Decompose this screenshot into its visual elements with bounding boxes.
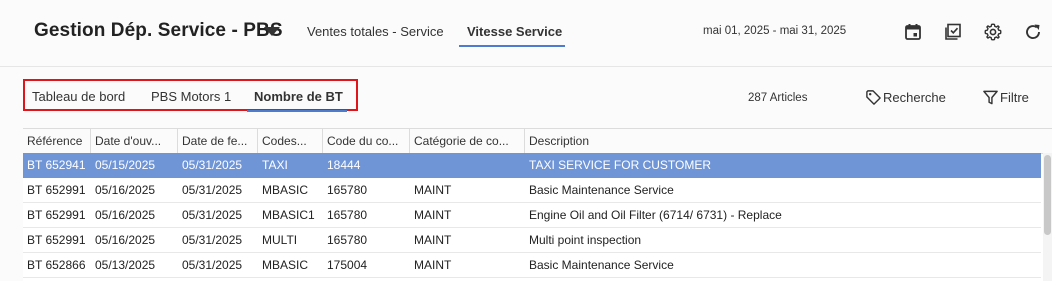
cell-reference: BT 652941 [27, 158, 86, 172]
cell-categorie: MAINT [414, 258, 452, 272]
data-table: Référence Date d'ouv... Date de fe... Co… [23, 128, 1052, 281]
header-bar: Gestion Dép. Service - PBS Ventes totale… [0, 0, 1052, 67]
column-header-date-fermeture[interactable]: Date de fe... [178, 129, 258, 153]
filter-label: Filtre [1000, 89, 1029, 105]
cell-codes: MBASIC1 [262, 208, 315, 222]
app-window: Gestion Dép. Service - PBS Ventes totale… [0, 0, 1052, 281]
cell-codes: TAXI [262, 158, 288, 172]
cell-date-fermeture: 05/31/2025 [182, 158, 243, 172]
cell-code-du-co: 165780 [327, 233, 368, 247]
cell-date-fermeture: 05/31/2025 [182, 183, 243, 197]
chevron-down-icon[interactable] [264, 27, 280, 36]
cell-code-du-co: 18444 [327, 158, 361, 172]
refresh-icon[interactable] [1023, 22, 1043, 42]
cell-description: Basic Maintenance Service [529, 183, 674, 197]
cell-codes: MBASIC [262, 183, 309, 197]
vertical-scrollbar[interactable] [1043, 153, 1052, 281]
gear-icon[interactable] [983, 22, 1003, 42]
column-header-code-du-co[interactable]: Code du co... [323, 129, 410, 153]
scrollbar-thumb[interactable] [1044, 155, 1051, 235]
article-count: 287 Articles [748, 92, 808, 104]
column-header-categorie[interactable]: Catégorie de co... [410, 129, 525, 153]
cell-code-du-co: 175004 [327, 258, 368, 272]
cell-code-du-co: 165780 [327, 183, 368, 197]
column-header-date-ouverture[interactable]: Date d'ouv... [91, 129, 178, 153]
table-row[interactable]: BT 652991 05/16/2025 05/31/2025 MBASIC1 … [23, 203, 1041, 228]
cell-date-ouverture: 05/16/2025 [95, 208, 156, 222]
calendar-icon[interactable] [903, 22, 923, 42]
table-row[interactable]: BT 652866 05/13/2025 05/31/2025 MBASIC 1… [23, 253, 1041, 278]
cell-date-ouverture: 05/16/2025 [95, 183, 156, 197]
cell-codes: MULTI [262, 233, 298, 247]
tab-ventes-totales[interactable]: Ventes totales - Service [307, 24, 444, 39]
cell-date-ouverture: 05/16/2025 [95, 233, 156, 247]
subtab-tableau-de-bord[interactable]: Tableau de bord [32, 89, 125, 104]
search-label: Recherche [883, 89, 946, 105]
cell-reference: BT 652991 [27, 208, 86, 222]
active-tab-indicator [459, 45, 565, 47]
table-row[interactable]: BT 652991 05/16/2025 05/31/2025 MULTI 16… [23, 228, 1041, 253]
filter-button[interactable]: Filtre [982, 88, 1029, 106]
cell-categorie [410, 153, 525, 178]
cell-categorie: MAINT [414, 183, 452, 197]
cell-date-ouverture: 05/13/2025 [95, 258, 156, 272]
app-title: Gestion Dép. Service - PBS [34, 20, 283, 41]
cell-codes: MBASIC [262, 258, 309, 272]
filter-icon [983, 90, 998, 104]
date-range: mai 01, 2025 - mai 31, 2025 [703, 25, 847, 37]
cell-reference: BT 652866 [27, 258, 86, 272]
subtab-pbs-motors[interactable]: PBS Motors 1 [151, 89, 231, 104]
column-header-reference[interactable]: Référence [23, 129, 91, 153]
cell-date-fermeture: 05/31/2025 [182, 208, 243, 222]
cell-description: Engine Oil and Oil Filter (6714/ 6731) -… [529, 208, 782, 222]
subtab-nombre-de-bt[interactable]: Nombre de BT [254, 89, 343, 104]
cell-description: Basic Maintenance Service [529, 258, 674, 272]
checklist-icon[interactable] [943, 22, 963, 42]
search-button[interactable]: Recherche [865, 88, 946, 106]
cell-date-ouverture: 05/15/2025 [95, 158, 156, 172]
column-header-codes[interactable]: Codes... [258, 129, 323, 153]
cell-categorie: MAINT [414, 208, 452, 222]
table-row[interactable]: BT 652941 05/15/2025 05/31/2025 TAXI 184… [23, 153, 1041, 178]
table-header: Référence Date d'ouv... Date de fe... Co… [23, 129, 1052, 154]
cell-date-fermeture: 05/31/2025 [182, 233, 243, 247]
active-subtab-indicator [247, 110, 347, 112]
cell-code-du-co: 165780 [327, 208, 368, 222]
tag-icon [866, 89, 881, 105]
tab-vitesse-service[interactable]: Vitesse Service [467, 24, 562, 39]
column-header-description[interactable]: Description [525, 129, 1043, 153]
cell-reference: BT 652991 [27, 233, 86, 247]
cell-description: TAXI SERVICE FOR CUSTOMER [529, 158, 712, 172]
cell-description: Multi point inspection [529, 233, 642, 247]
cell-date-fermeture: 05/31/2025 [182, 258, 243, 272]
table-row[interactable]: BT 652991 05/16/2025 05/31/2025 MBASIC 1… [23, 178, 1041, 203]
toolbar: Tableau de bord PBS Motors 1 Nombre de B… [0, 67, 1052, 127]
cell-categorie: MAINT [414, 233, 452, 247]
cell-reference: BT 652991 [27, 183, 86, 197]
